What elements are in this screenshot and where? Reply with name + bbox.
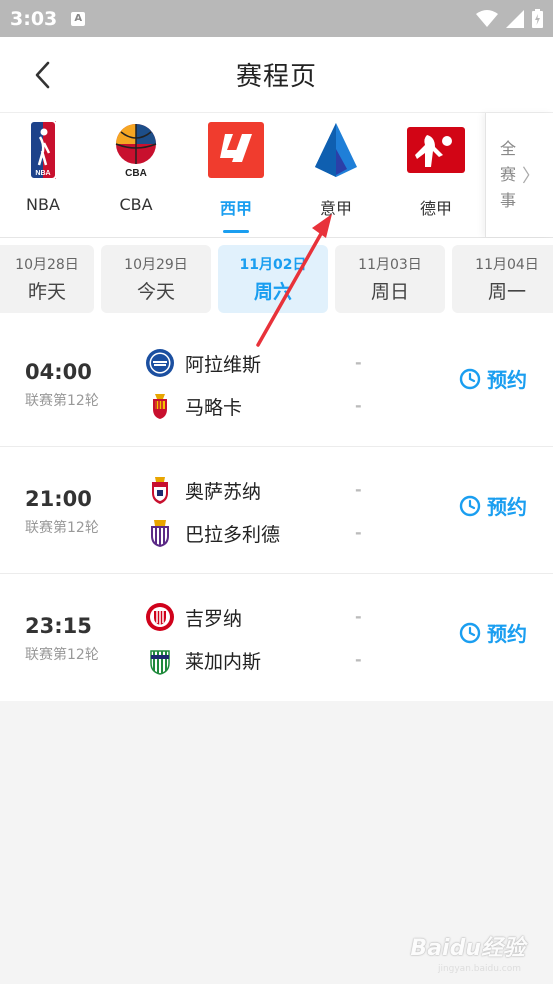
status-icons: [476, 9, 543, 28]
league-tab-serie-a[interactable]: 意甲: [286, 113, 386, 237]
all-events-button[interactable]: 全赛事 〉: [485, 113, 553, 237]
cba-logo-icon: CBA: [107, 121, 165, 179]
match-row[interactable]: 23:15 联赛第12轮 吉罗纳 莱加内斯 - - 预约: [0, 574, 553, 701]
away-score: -: [355, 523, 362, 542]
day-label: 周六: [253, 281, 292, 303]
nav-header: 赛程页: [0, 37, 553, 112]
match-row[interactable]: 21:00 联赛第12轮 奥萨苏纳 巴拉多利德 - - 预约: [0, 447, 553, 574]
match-row[interactable]: 04:00 联赛第12轮 阿拉维斯 马略卡 - - 预约: [0, 320, 553, 447]
team-name: 奥萨苏纳: [185, 480, 262, 503]
reserve-button[interactable]: 预约: [459, 491, 527, 520]
reserve-button[interactable]: 预约: [459, 618, 527, 647]
nba-logo-icon: NBA: [14, 121, 72, 179]
reserve-button[interactable]: 预约: [459, 364, 527, 393]
girona-crest-icon: [145, 602, 175, 632]
home-team: 奥萨苏纳: [145, 475, 261, 505]
mallorca-crest-icon: [145, 391, 175, 421]
home-score: -: [355, 607, 362, 626]
alaves-crest-icon: [145, 348, 175, 378]
team-name: 吉罗纳: [185, 607, 243, 630]
team-name: 阿拉维斯: [185, 353, 262, 376]
date-label: 10月29日: [124, 257, 188, 273]
valladolid-crest-icon: [145, 518, 175, 548]
league-label: CBA: [119, 195, 153, 214]
home-team: 吉罗纳: [145, 602, 242, 632]
serie-a-logo-icon: [307, 121, 365, 179]
day-label: 昨天: [27, 281, 66, 303]
back-arrow-icon[interactable]: [30, 59, 58, 91]
league-tab-bundesliga[interactable]: 德甲: [386, 113, 486, 237]
wifi-icon: [476, 9, 498, 27]
day-label: 今天: [136, 281, 175, 303]
clock-icon: [459, 495, 481, 516]
laliga-logo-icon: [207, 121, 265, 179]
date-tab[interactable]: 10月28日 昨天: [0, 245, 94, 313]
match-round: 联赛第12轮: [25, 393, 99, 409]
reserve-label: 预约: [487, 368, 527, 392]
league-tab-nba[interactable]: NBA NBA: [0, 113, 86, 237]
svg-text:NBA: NBA: [35, 170, 50, 177]
match-time: 21:00: [25, 487, 92, 511]
date-tab[interactable]: 10月29日 今天: [101, 245, 211, 313]
league-tab-laliga[interactable]: 西甲: [186, 113, 286, 237]
date-tab-selected[interactable]: 11月02日 周六: [218, 245, 328, 313]
league-label: 意甲: [319, 199, 352, 218]
all-events-label: 全赛事: [500, 139, 517, 210]
league-label: 西甲: [219, 199, 252, 218]
clock-icon: [459, 622, 481, 643]
signal-icon: [506, 9, 524, 28]
match-time: 04:00: [25, 360, 92, 384]
league-tab-cba[interactable]: CBA CBA: [86, 113, 186, 237]
team-name: 莱加内斯: [185, 650, 262, 673]
match-list: 04:00 联赛第12轮 阿拉维斯 马略卡 - - 预约 21:00 联赛第12…: [0, 320, 553, 701]
bundesliga-logo-icon: [407, 121, 465, 179]
day-label: 周一: [487, 281, 526, 303]
home-score: -: [355, 480, 362, 499]
league-label: NBA: [26, 195, 60, 214]
day-label: 周日: [370, 281, 409, 303]
away-team: 巴拉多利德: [145, 518, 280, 548]
reserve-label: 预约: [487, 622, 527, 646]
watermark-url: jingyan.baidu.com: [437, 964, 521, 974]
date-label: 11月03日: [358, 257, 422, 273]
date-tab[interactable]: 11月03日 周日: [335, 245, 445, 313]
osasuna-crest-icon: [145, 475, 175, 505]
match-round: 联赛第12轮: [25, 520, 99, 536]
away-team: 马略卡: [145, 391, 242, 421]
date-label: 11月04日: [475, 257, 539, 273]
date-label: 11月02日: [239, 257, 307, 273]
home-team: 阿拉维斯: [145, 348, 261, 378]
team-name: 马略卡: [185, 396, 243, 419]
chevron-right-icon: 〉: [522, 166, 540, 187]
away-score: -: [355, 650, 362, 669]
league-label: 德甲: [419, 199, 452, 218]
date-label: 10月28日: [15, 257, 79, 273]
notification-icon: A: [71, 11, 86, 26]
league-tabs: NBA NBA CBA CBA 西甲 意甲 德甲 全赛事 〉: [0, 112, 553, 238]
date-tab[interactable]: 11月04日 周一: [452, 245, 553, 313]
team-name: 巴拉多利德: [185, 523, 281, 546]
away-score: -: [355, 396, 362, 415]
battery-icon: [532, 9, 543, 28]
home-score: -: [355, 353, 362, 372]
match-time: 23:15: [25, 614, 92, 638]
date-tabs: 10月28日 昨天 10月29日 今天 11月02日 周六 11月03日 周日 …: [0, 238, 553, 320]
svg-text:CBA: CBA: [125, 168, 147, 178]
page-title: 赛程页: [235, 62, 317, 92]
watermark-logo: Baidu经验: [410, 936, 525, 961]
reserve-label: 预约: [487, 495, 527, 519]
match-round: 联赛第12轮: [25, 647, 99, 663]
clock-icon: [459, 368, 481, 389]
status-bar: 3:03 A: [0, 0, 553, 37]
leganes-crest-icon: [145, 645, 175, 675]
away-team: 莱加内斯: [145, 645, 261, 675]
status-time: 3:03: [10, 7, 58, 30]
